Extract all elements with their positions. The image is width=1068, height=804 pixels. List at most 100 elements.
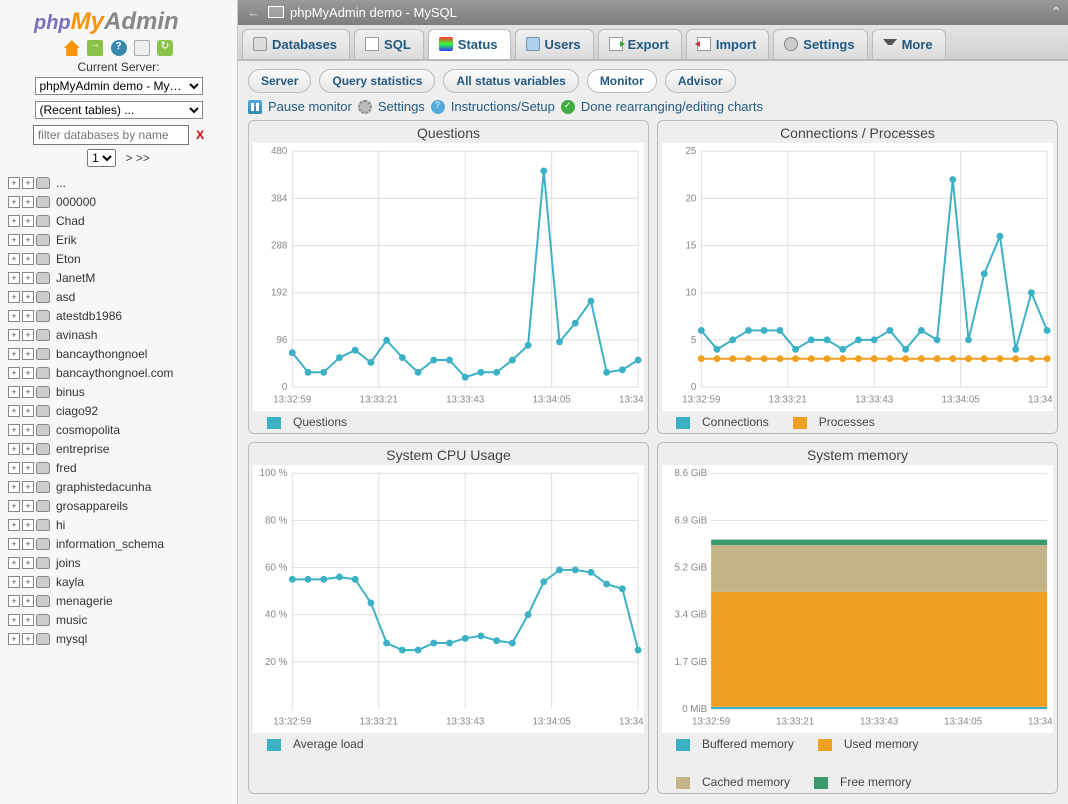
db-page-select[interactable]: 1 [87,149,116,167]
expand-icon[interactable]: + [22,424,34,436]
expand-icon[interactable]: + [8,576,20,588]
db-item[interactable]: ++avinash [8,325,237,344]
expand-icon[interactable]: + [22,329,34,341]
expand-icon[interactable]: + [8,215,20,227]
tab-export[interactable]: Export [598,29,682,59]
db-item[interactable]: ++mysql [8,629,237,648]
db-item[interactable]: ++fred [8,458,237,477]
expand-icon[interactable]: + [22,519,34,531]
chart-3[interactable]: System memory0 MiB1.7 GiB3.4 GiB5.2 GiB6… [657,442,1058,794]
done-rearranging-link[interactable]: Done rearranging/editing charts [581,99,763,114]
expand-icon[interactable]: + [8,367,20,379]
expand-icon[interactable]: + [8,595,20,607]
db-item[interactable]: ++bancaythongnoel.com [8,363,237,382]
expand-icon[interactable]: + [8,462,20,474]
recent-tables-select[interactable]: (Recent tables) ... [35,101,203,119]
db-item[interactable]: ++grosappareils [8,496,237,515]
db-item[interactable]: ++music [8,610,237,629]
subtab-advisor[interactable]: Advisor [665,69,736,93]
expand-icon[interactable]: + [22,215,34,227]
db-item[interactable]: ++Erik [8,230,237,249]
expand-icon[interactable]: + [8,500,20,512]
db-item[interactable]: ++entreprise [8,439,237,458]
expand-icon[interactable]: + [8,196,20,208]
expand-icon[interactable]: + [22,576,34,588]
expand-icon[interactable]: + [8,557,20,569]
expand-icon[interactable]: + [8,177,20,189]
db-item[interactable]: ++information_schema [8,534,237,553]
monitor-settings-link[interactable]: Settings [378,99,425,114]
docs-icon[interactable] [134,40,150,56]
subtab-server[interactable]: Server [248,69,311,93]
db-item[interactable]: ++cosmopolita [8,420,237,439]
expand-icon[interactable]: + [22,633,34,645]
db-item[interactable]: ++kayla [8,572,237,591]
subtab-monitor[interactable]: Monitor [587,69,657,93]
tab-more[interactable]: More [872,29,946,59]
db-item[interactable]: ++atestdb1986 [8,306,237,325]
expand-icon[interactable]: + [8,272,20,284]
expand-icon[interactable]: + [22,557,34,569]
db-item[interactable]: ++graphistedacunha [8,477,237,496]
expand-icon[interactable]: + [22,177,34,189]
expand-icon[interactable]: + [22,253,34,265]
db-item[interactable]: ++asd [8,287,237,306]
tab-import[interactable]: Import [686,29,769,59]
expand-icon[interactable]: + [8,519,20,531]
expand-icon[interactable]: + [22,310,34,322]
back-icon[interactable]: ← [244,5,264,20]
collapse-icon[interactable]: ⌃ [1050,4,1062,21]
clear-filter-icon[interactable]: X [196,128,204,142]
expand-icon[interactable]: + [8,424,20,436]
db-item[interactable]: ++menagerie [8,591,237,610]
expand-icon[interactable]: + [22,272,34,284]
tab-status[interactable]: Status [428,29,511,59]
server-select[interactable]: phpMyAdmin demo - My… [35,77,203,95]
tab-users[interactable]: Users [515,29,594,59]
db-item[interactable]: ++JanetM [8,268,237,287]
tab-settings[interactable]: Settings [773,29,867,59]
expand-icon[interactable]: + [22,196,34,208]
chart-0[interactable]: Questions09619228838448013:32:5913:33:21… [248,120,649,434]
expand-icon[interactable]: + [22,367,34,379]
chart-1[interactable]: Connections / Processes051015202513:32:5… [657,120,1058,434]
expand-icon[interactable]: + [22,500,34,512]
expand-icon[interactable]: + [8,310,20,322]
tab-sql[interactable]: SQL [354,29,424,59]
expand-icon[interactable]: + [8,253,20,265]
db-item[interactable]: ++ciago92 [8,401,237,420]
expand-icon[interactable]: + [8,481,20,493]
expand-icon[interactable]: + [8,405,20,417]
db-item[interactable]: ++Eton [8,249,237,268]
expand-icon[interactable]: + [22,348,34,360]
expand-icon[interactable]: + [8,329,20,341]
expand-icon[interactable]: + [22,462,34,474]
instructions-link[interactable]: Instructions/Setup [451,99,555,114]
subtab-qstats[interactable]: Query statistics [319,69,435,93]
expand-icon[interactable]: + [22,386,34,398]
tab-databases[interactable]: Databases [242,29,350,59]
expand-icon[interactable]: + [22,405,34,417]
db-item[interactable]: ++bancaythongnoel [8,344,237,363]
help-icon[interactable] [111,40,127,56]
db-item[interactable]: ++... [8,173,237,192]
db-item[interactable]: ++hi [8,515,237,534]
expand-icon[interactable]: + [8,614,20,626]
expand-icon[interactable]: + [8,291,20,303]
db-item[interactable]: ++joins [8,553,237,572]
db-page-next[interactable]: > >> [125,151,149,165]
expand-icon[interactable]: + [22,234,34,246]
expand-icon[interactable]: + [22,443,34,455]
expand-icon[interactable]: + [22,595,34,607]
subtab-allvars[interactable]: All status variables [443,69,578,93]
db-item[interactable]: ++binus [8,382,237,401]
home-icon[interactable] [64,40,80,56]
expand-icon[interactable]: + [22,291,34,303]
db-filter-input[interactable] [33,125,189,145]
expand-icon[interactable]: + [22,538,34,550]
pause-monitor-link[interactable]: Pause monitor [268,99,352,114]
expand-icon[interactable]: + [8,633,20,645]
expand-icon[interactable]: + [8,538,20,550]
reload-icon[interactable] [157,40,173,56]
expand-icon[interactable]: + [22,614,34,626]
